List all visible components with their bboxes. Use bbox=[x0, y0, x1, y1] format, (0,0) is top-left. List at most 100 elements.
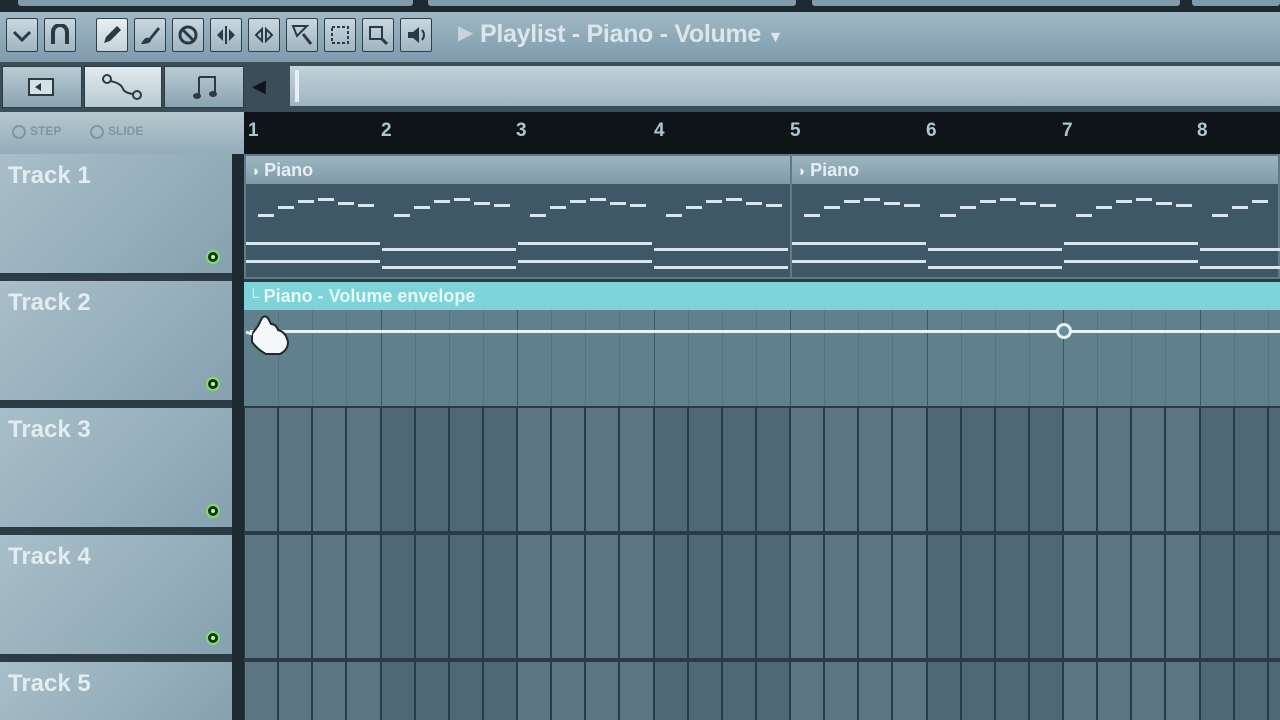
grid-cell[interactable] bbox=[552, 535, 585, 658]
grid-cell[interactable] bbox=[483, 535, 516, 658]
grid-cell[interactable] bbox=[415, 535, 448, 658]
grid-cell[interactable] bbox=[347, 662, 380, 720]
grid-cell[interactable] bbox=[1132, 662, 1165, 720]
grid-cell[interactable] bbox=[893, 535, 926, 658]
grid-cell[interactable] bbox=[791, 662, 824, 720]
grid-cell[interactable] bbox=[415, 408, 448, 531]
grid-cell[interactable] bbox=[1098, 535, 1131, 658]
tab-automation-clips[interactable] bbox=[84, 66, 162, 108]
grid-cell[interactable] bbox=[995, 662, 1028, 720]
grid-cell[interactable] bbox=[518, 535, 551, 658]
timeline-ruler[interactable]: 1 2 3 4 5 6 7 8 bbox=[244, 112, 1280, 154]
grid-cell[interactable] bbox=[518, 408, 551, 531]
horizontal-scrollbar[interactable] bbox=[290, 66, 1280, 106]
grid-cell[interactable] bbox=[1098, 408, 1131, 531]
draw-tool-button[interactable] bbox=[96, 18, 128, 52]
grid-cell[interactable] bbox=[552, 408, 585, 531]
grid-cell[interactable] bbox=[415, 662, 448, 720]
automation-point[interactable] bbox=[1056, 323, 1072, 339]
grid-cell[interactable] bbox=[1166, 408, 1199, 531]
grid-cell[interactable] bbox=[1268, 408, 1280, 531]
grid-cell[interactable] bbox=[245, 408, 278, 531]
grid-cell[interactable] bbox=[756, 535, 789, 658]
grid-cell[interactable] bbox=[620, 408, 653, 531]
grid-cell[interactable] bbox=[381, 535, 414, 658]
track-active-led-icon[interactable] bbox=[206, 250, 220, 264]
grid-cell[interactable] bbox=[1200, 662, 1233, 720]
grid-cell[interactable] bbox=[927, 408, 960, 531]
grid-cell[interactable] bbox=[1098, 662, 1131, 720]
grid-cell[interactable] bbox=[1132, 535, 1165, 658]
grid-cell[interactable] bbox=[859, 408, 892, 531]
automation-clip-body[interactable] bbox=[244, 310, 1280, 406]
track-active-led-icon[interactable] bbox=[206, 631, 220, 645]
grid-cell[interactable] bbox=[483, 408, 516, 531]
pattern-clip[interactable]: ◑ Piano bbox=[790, 154, 1280, 279]
grid-cell[interactable] bbox=[347, 408, 380, 531]
paint-tool-button[interactable] bbox=[134, 18, 166, 52]
grid-cell[interactable] bbox=[313, 408, 346, 531]
grid-cell[interactable] bbox=[1064, 662, 1097, 720]
pattern-clip[interactable]: ◑ Piano bbox=[244, 154, 792, 279]
grid-cell[interactable] bbox=[756, 408, 789, 531]
playlist-expand-icon[interactable]: ▶ bbox=[458, 20, 473, 45]
slice-tool-button[interactable] bbox=[248, 18, 280, 52]
slip-tool-button[interactable] bbox=[210, 18, 242, 52]
playback-tool-button[interactable] bbox=[400, 18, 432, 52]
grid-cell[interactable] bbox=[961, 535, 994, 658]
grid-cell[interactable] bbox=[279, 535, 312, 658]
grid-cell[interactable] bbox=[688, 535, 721, 658]
marquee-tool-button[interactable] bbox=[324, 18, 356, 52]
grid-cell[interactable] bbox=[688, 662, 721, 720]
grid-cell[interactable] bbox=[449, 662, 482, 720]
grid-cell[interactable] bbox=[722, 662, 755, 720]
track-header[interactable]: Track 1 bbox=[0, 154, 232, 277]
grid-cell[interactable] bbox=[722, 535, 755, 658]
menu-arrow-button[interactable] bbox=[6, 18, 38, 52]
grid-cell[interactable] bbox=[756, 662, 789, 720]
grid-cell[interactable] bbox=[825, 408, 858, 531]
automation-envelope-line[interactable] bbox=[250, 330, 1280, 333]
grid-cell[interactable] bbox=[1200, 408, 1233, 531]
grid-cell[interactable] bbox=[1234, 408, 1267, 531]
grid-cell[interactable] bbox=[586, 535, 619, 658]
grid-cell[interactable] bbox=[654, 662, 687, 720]
tab-audio-clips[interactable] bbox=[164, 66, 244, 108]
grid-cell[interactable] bbox=[825, 662, 858, 720]
grid-cell[interactable] bbox=[381, 662, 414, 720]
scroll-left-arrow-icon[interactable]: ◀ bbox=[252, 76, 266, 97]
grid-cell[interactable] bbox=[1029, 408, 1062, 531]
mute-tool-button[interactable] bbox=[172, 18, 204, 52]
grid-cell[interactable] bbox=[1166, 535, 1199, 658]
grid-cell[interactable] bbox=[1268, 535, 1280, 658]
grid-cell[interactable] bbox=[1029, 535, 1062, 658]
grid-cell[interactable] bbox=[1268, 662, 1280, 720]
grid-cell[interactable] bbox=[279, 662, 312, 720]
track-header[interactable]: Track 4 bbox=[0, 535, 232, 658]
grid-cell[interactable] bbox=[586, 662, 619, 720]
grid-cell[interactable] bbox=[995, 408, 1028, 531]
track-active-led-icon[interactable] bbox=[206, 377, 220, 391]
grid-cell[interactable] bbox=[995, 535, 1028, 658]
grid-cell[interactable] bbox=[347, 535, 380, 658]
select-tool-button[interactable] bbox=[286, 18, 318, 52]
grid-cell[interactable] bbox=[552, 662, 585, 720]
grid-cell[interactable] bbox=[859, 535, 892, 658]
grid-cell[interactable] bbox=[620, 662, 653, 720]
grid-cell[interactable] bbox=[1200, 535, 1233, 658]
grid-cell[interactable] bbox=[518, 662, 551, 720]
grid-cell[interactable] bbox=[1234, 535, 1267, 658]
grid-cell[interactable] bbox=[381, 408, 414, 531]
tab-pattern-clips[interactable] bbox=[2, 66, 82, 108]
grid-cell[interactable] bbox=[1064, 408, 1097, 531]
zoom-tool-button[interactable] bbox=[362, 18, 394, 52]
grid-cell[interactable] bbox=[1132, 408, 1165, 531]
grid-cell[interactable] bbox=[722, 408, 755, 531]
grid-cell[interactable] bbox=[586, 408, 619, 531]
scrollbar-thumb[interactable] bbox=[295, 70, 299, 102]
grid-cell[interactable] bbox=[927, 662, 960, 720]
grid-cell[interactable] bbox=[961, 662, 994, 720]
grid-cell[interactable] bbox=[483, 662, 516, 720]
playlist-title[interactable]: Playlist - Piano - Volume ▼ bbox=[480, 20, 783, 49]
grid-cell[interactable] bbox=[620, 535, 653, 658]
